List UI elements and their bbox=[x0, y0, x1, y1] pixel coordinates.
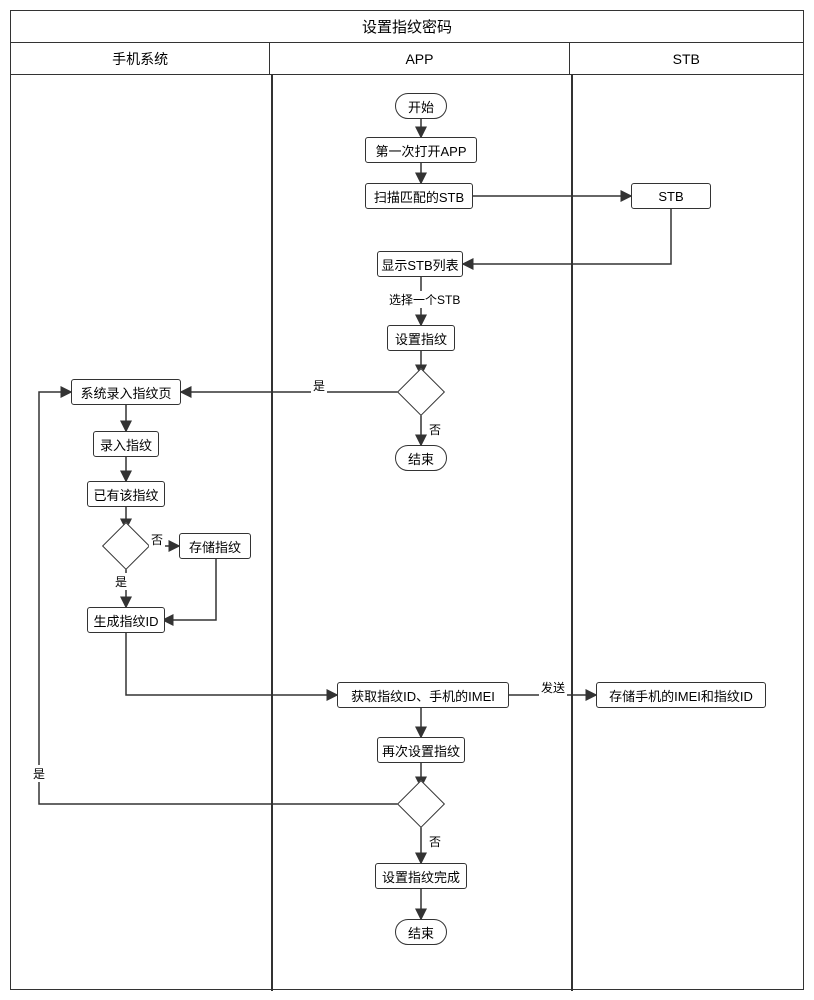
label-no-3: 否 bbox=[149, 531, 165, 548]
node-sys-page: 系统录入指纹页 bbox=[71, 379, 181, 405]
lane-divider-2 bbox=[571, 75, 573, 991]
label-yes-1: 是 bbox=[311, 377, 327, 394]
decision-set-fp bbox=[397, 368, 445, 416]
node-gen-id: 生成指纹ID bbox=[87, 607, 165, 633]
lane-header-app: APP bbox=[270, 43, 569, 74]
node-first-open: 第一次打开APP bbox=[365, 137, 477, 163]
node-store-fp: 存储指纹 bbox=[179, 533, 251, 559]
node-set-fp: 设置指纹 bbox=[387, 325, 455, 351]
node-fp-done: 设置指纹完成 bbox=[375, 863, 467, 889]
node-has-fp: 已有该指纹 bbox=[87, 481, 165, 507]
lane-divider-1 bbox=[271, 75, 273, 991]
node-stb: STB bbox=[631, 183, 711, 209]
node-end-2: 结束 bbox=[395, 919, 447, 945]
lane-header-phone: 手机系统 bbox=[11, 43, 270, 74]
node-end-1: 结束 bbox=[395, 445, 447, 471]
label-yes-2: 是 bbox=[113, 573, 129, 590]
label-send: 发送 bbox=[539, 679, 567, 696]
node-input-fp: 录入指纹 bbox=[93, 431, 159, 457]
decision-set-again bbox=[397, 780, 445, 828]
lanes-body: 开始 第一次打开APP 扫描匹配的STB 显示STB列表 选择一个STB 设置指… bbox=[11, 75, 803, 991]
lane-headers: 手机系统 APP STB bbox=[11, 43, 803, 75]
node-show-list: 显示STB列表 bbox=[377, 251, 463, 277]
node-store-ids: 存储手机的IMEI和指纹ID bbox=[596, 682, 766, 708]
label-no-2: 否 bbox=[427, 833, 443, 850]
node-scan-stb: 扫描匹配的STB bbox=[365, 183, 473, 209]
node-get-ids: 获取指纹ID、手机的IMEI bbox=[337, 682, 509, 708]
label-select-one: 选择一个STB bbox=[387, 291, 462, 308]
node-start: 开始 bbox=[395, 93, 447, 119]
decision-has-fp bbox=[102, 522, 150, 570]
node-set-again: 再次设置指纹 bbox=[377, 737, 465, 763]
swimlane-container: 设置指纹密码 手机系统 APP STB bbox=[10, 10, 804, 990]
label-yes-3: 是 bbox=[31, 765, 47, 782]
lane-header-stb: STB bbox=[570, 43, 803, 74]
label-no-1: 否 bbox=[427, 421, 443, 438]
diagram-title: 设置指纹密码 bbox=[11, 11, 803, 43]
